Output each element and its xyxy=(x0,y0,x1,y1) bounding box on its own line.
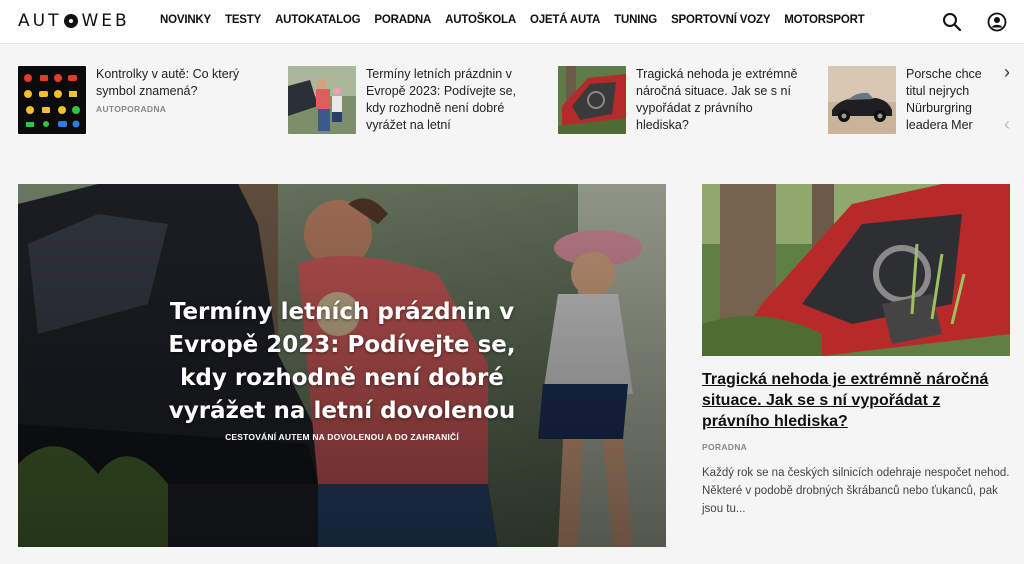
sports-car-image xyxy=(828,66,896,134)
hero-title[interactable]: Termíny letních prázdnin v Evropě 2023: … xyxy=(18,296,666,428)
search-button[interactable] xyxy=(940,10,964,34)
strip-prev-button[interactable]: ‹ xyxy=(1004,114,1010,135)
side-article-title[interactable]: Tragická nehoda je extrémně náročná situ… xyxy=(702,369,1010,432)
logo-wheel-icon xyxy=(64,14,79,28)
strip-item-title[interactable]: Tragická nehoda je extrémně náročná situ… xyxy=(636,66,806,134)
logo-text-right: WEB xyxy=(81,11,130,31)
dashboard-warning-lights-image xyxy=(18,66,86,134)
strip-item[interactable]: Kontrolky v autě: Co který symbol znamen… xyxy=(18,66,266,136)
site-logo[interactable]: AUT WEB xyxy=(18,11,130,31)
search-icon xyxy=(943,13,962,32)
nav-item-tuning[interactable]: TUNING xyxy=(614,14,657,26)
strip-thumbnail xyxy=(18,66,86,134)
nav-item-novinky[interactable]: NOVINKY xyxy=(160,14,211,26)
nav-item-motorsport[interactable]: MOTORSPORT xyxy=(784,14,864,26)
chevron-right-icon: › xyxy=(1004,62,1010,82)
crashed-car-image xyxy=(702,184,1010,356)
nav-item-poradna[interactable]: PORADNA xyxy=(374,14,431,26)
side-article-image-wrap[interactable] xyxy=(702,184,1010,356)
strip-item-category[interactable]: AUTOPORADNA xyxy=(96,104,266,114)
strip-thumbnail xyxy=(558,66,626,134)
hero-article[interactable]: Termíny letních prázdnin v Evropě 2023: … xyxy=(18,184,666,547)
nav-item-autokatalog[interactable]: AUTOKATALOG xyxy=(275,14,361,26)
main-nav: NOVINKY TESTY AUTOKATALOG PORADNA AUTOŠK… xyxy=(160,14,879,26)
side-article-category[interactable]: PORADNA xyxy=(702,442,1010,452)
nav-item-sportovni-vozy[interactable]: SPORTOVNÍ VOZY xyxy=(671,14,770,26)
user-button[interactable] xyxy=(985,10,1009,34)
strip-item[interactable]: Termíny letních prázdnin v Evropě 2023: … xyxy=(288,66,536,136)
strip-next-button[interactable]: › xyxy=(1004,62,1010,83)
side-article[interactable]: Tragická nehoda je extrémně náročná situ… xyxy=(702,184,1010,518)
family-car-trunk-image xyxy=(288,66,356,134)
nav-item-autoskola[interactable]: AUTOŠKOLA xyxy=(445,14,516,26)
side-article-description: Každý rok se na českých silnicích odehra… xyxy=(702,467,1010,515)
nav-item-testy[interactable]: TESTY xyxy=(225,14,261,26)
strip-item[interactable]: Porsche chce titul nejrych Nürburgring l… xyxy=(828,66,988,136)
strip-item-title[interactable]: Termíny letních prázdnin v Evropě 2023: … xyxy=(366,66,536,134)
top-bar: AUT WEB NOVINKY TESTY AUTOKATALOG PORADNA… xyxy=(0,0,1024,44)
crashed-car-image xyxy=(558,66,626,134)
logo-text-left: AUT xyxy=(18,11,62,31)
strip-item[interactable]: Tragická nehoda je extrémně náročná situ… xyxy=(558,66,806,136)
hero-category[interactable]: CESTOVÁNÍ AUTEM NA DOVOLENOU A DO ZAHRAN… xyxy=(18,432,666,442)
strip-item-title[interactable]: Porsche chce titul nejrych Nürburgring l… xyxy=(906,66,988,134)
article-strip: Kontrolky v autě: Co který symbol znamen… xyxy=(0,44,1024,148)
strip-thumbnail xyxy=(288,66,356,134)
chevron-left-icon: ‹ xyxy=(1004,114,1010,134)
strip-thumbnail xyxy=(828,66,896,134)
user-icon xyxy=(987,12,1007,32)
strip-item-title[interactable]: Kontrolky v autě: Co který symbol znamen… xyxy=(96,66,266,100)
nav-item-ojeta-auta[interactable]: OJETÁ AUTA xyxy=(530,14,600,26)
